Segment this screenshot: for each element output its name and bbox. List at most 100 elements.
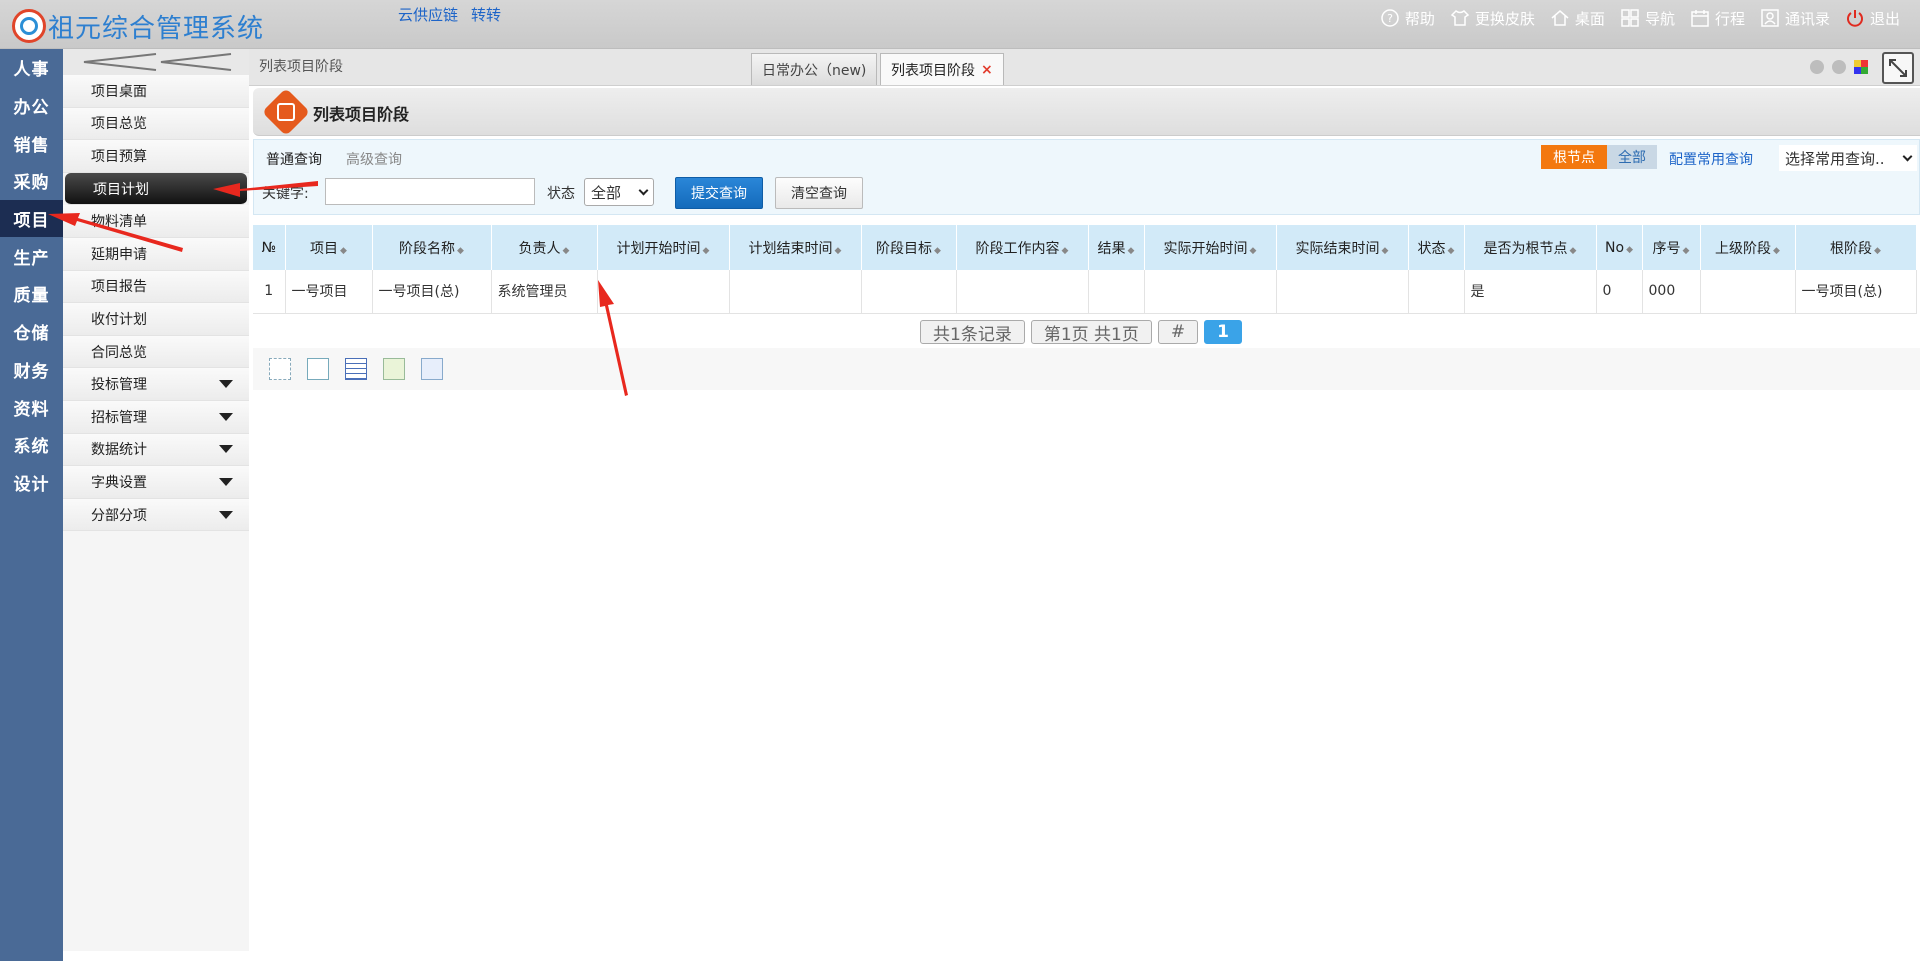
- submenu-item-project-report[interactable]: 项目报告: [63, 270, 249, 304]
- sort-icon: ◆: [1381, 245, 1389, 256]
- column-header[interactable]: 实际开始时间 ◆: [1144, 225, 1277, 270]
- table-cell: [1144, 270, 1277, 314]
- nav-item-warehouse[interactable]: 仓储: [0, 313, 63, 351]
- nav-item-sales[interactable]: 销售: [0, 124, 63, 162]
- column-header[interactable]: 上级阶段 ◆: [1700, 225, 1796, 270]
- table-row[interactable]: 1 一号项目 一号项目(总) 系统管理员 是 0 000 一号项目(总): [253, 270, 1917, 314]
- common-query-select-value: 选择常用查询..: [1785, 149, 1885, 168]
- table-cell: [1276, 270, 1409, 314]
- column-header[interactable]: 是否为根节点 ◆: [1464, 225, 1597, 270]
- tab-normal-query[interactable]: 普通查询: [266, 149, 322, 169]
- tab-list-project-stage[interactable]: 列表项目阶段 ×: [880, 53, 1004, 85]
- tab-label: 日常办公（new): [762, 62, 867, 79]
- edit-pencil-icon[interactable]: [383, 358, 405, 380]
- table-cell: [729, 270, 862, 314]
- pager-jump-button[interactable]: #: [1157, 320, 1199, 344]
- submenu-item-subdivision[interactable]: 分部分项: [63, 498, 249, 532]
- column-header[interactable]: 根阶段 ◆: [1795, 225, 1917, 270]
- desktop-label: 桌面: [1574, 9, 1605, 28]
- common-query-select[interactable]: 选择常用查询..: [1779, 145, 1917, 171]
- close-tab-icon[interactable]: ×: [981, 62, 993, 78]
- tab-daily-office[interactable]: 日常办公（new): [751, 53, 878, 85]
- nav-item-materials[interactable]: 资料: [0, 388, 63, 426]
- tab-menu-icon[interactable]: [1854, 60, 1868, 74]
- nav-item-purchase[interactable]: 采购: [0, 162, 63, 200]
- submenu-item-delay-request[interactable]: 延期申请: [63, 237, 249, 271]
- config-common-query-link[interactable]: 配置常用查询: [1669, 149, 1753, 169]
- column-header[interactable]: 计划结束时间 ◆: [729, 225, 862, 270]
- link-zhuanzhuan[interactable]: 转转: [471, 4, 501, 25]
- nav-item-design[interactable]: 设计: [0, 464, 63, 502]
- nav-item-project[interactable]: 项目: [0, 199, 63, 238]
- select-area-icon[interactable]: [269, 358, 291, 380]
- top-toolbar: ? 帮助 更换皮肤 桌面 导航 行程 通讯录 退出: [1379, 7, 1900, 29]
- sort-icon: ◆: [1127, 245, 1135, 256]
- table-view-icon[interactable]: [345, 358, 367, 380]
- submenu-label: 字典设置: [91, 474, 147, 491]
- column-header[interactable]: 负责人 ◆: [491, 225, 598, 270]
- schedule-button[interactable]: 行程: [1689, 7, 1745, 29]
- column-header[interactable]: 阶段名称 ◆: [372, 225, 492, 270]
- navigation-button[interactable]: 导航: [1619, 7, 1675, 29]
- submit-query-button[interactable]: 提交查询: [675, 177, 763, 209]
- submenu-item-project-plan[interactable]: 项目计划: [65, 172, 247, 206]
- home-icon: [1551, 10, 1569, 26]
- nav-item-production[interactable]: 生产: [0, 237, 63, 275]
- fullscreen-button[interactable]: [1882, 52, 1914, 84]
- clear-query-button[interactable]: 清空查询: [775, 177, 863, 209]
- keyword-input[interactable]: [325, 178, 535, 205]
- submenu-item-dictionary[interactable]: 字典设置: [63, 466, 249, 499]
- change-skin-button[interactable]: 更换皮肤: [1449, 7, 1535, 29]
- column-header[interactable]: 序号 ◆: [1642, 225, 1701, 270]
- submenu-item-project-overview[interactable]: 项目总览: [63, 107, 249, 141]
- status-select[interactable]: 全部: [584, 178, 654, 206]
- column-header[interactable]: 结果 ◆: [1088, 225, 1145, 270]
- nav-item-finance[interactable]: 财务: [0, 351, 63, 389]
- column-header[interactable]: 计划开始时间 ◆: [597, 225, 730, 270]
- sort-icon: ◆: [934, 245, 941, 256]
- column-header[interactable]: 阶段目标 ◆: [861, 225, 957, 270]
- desktop-button[interactable]: 桌面: [1549, 7, 1605, 29]
- nav-item-hr[interactable]: 人事: [0, 49, 63, 87]
- submenu-item-bid-management[interactable]: 投标管理: [63, 368, 249, 401]
- double-chevron-left-icon: [83, 53, 232, 71]
- column-header-label: 结果: [1097, 240, 1126, 257]
- app-logo-icon: [12, 9, 46, 43]
- nav-item-system[interactable]: 系统: [0, 426, 63, 464]
- column-header[interactable]: 项目 ◆: [285, 225, 373, 270]
- pager-current-page[interactable]: 1: [1204, 320, 1242, 344]
- new-document-icon[interactable]: [307, 358, 329, 380]
- svg-text:?: ?: [1387, 12, 1393, 25]
- submenu-item-tender-management[interactable]: 招标管理: [63, 400, 249, 434]
- contacts-button[interactable]: 通讯录: [1759, 7, 1830, 29]
- collapse-menu-button[interactable]: [63, 49, 249, 75]
- tab-prev-icon[interactable]: [1810, 60, 1824, 74]
- help-button[interactable]: ? 帮助: [1379, 7, 1435, 29]
- nav-item-quality[interactable]: 质量: [0, 275, 63, 313]
- submenu-item-bom[interactable]: 物料清单: [63, 205, 249, 238]
- plugin-icon[interactable]: [421, 358, 443, 380]
- submenu-item-statistics[interactable]: 数据统计: [63, 433, 249, 467]
- tab-next-icon[interactable]: [1832, 60, 1846, 74]
- column-header[interactable]: №: [253, 225, 286, 270]
- submenu-item-contract-overview[interactable]: 合同总览: [63, 335, 249, 369]
- tab-advanced-query[interactable]: 高级查询: [346, 149, 402, 169]
- column-header-label: 实际结束时间: [1295, 240, 1380, 257]
- nav-item-office[interactable]: 办公: [0, 87, 63, 125]
- submenu-item-project-budget[interactable]: 项目预算: [63, 140, 249, 173]
- submenu-item-project-desktop[interactable]: 项目桌面: [63, 75, 249, 108]
- column-header-label: 上级阶段: [1715, 240, 1772, 257]
- root-node-button[interactable]: 根节点: [1541, 145, 1607, 169]
- column-header[interactable]: 状态 ◆: [1408, 225, 1465, 270]
- main-nav: 人事 办公 销售 采购 项目 生产 质量 仓储 财务 资料 系统 设计: [0, 49, 63, 961]
- submenu-label: 数据统计: [91, 442, 147, 459]
- submenu-item-payment-plan[interactable]: 收付计划: [63, 303, 249, 336]
- column-header[interactable]: 阶段工作内容 ◆: [956, 225, 1089, 270]
- link-cloud-supply-chain[interactable]: 云供应链: [398, 4, 458, 25]
- all-button[interactable]: 全部: [1607, 145, 1657, 169]
- sort-icon: ◆: [702, 245, 710, 256]
- column-header[interactable]: No ◆: [1596, 225, 1643, 270]
- logout-button[interactable]: 退出: [1844, 7, 1900, 29]
- column-header[interactable]: 实际结束时间 ◆: [1276, 225, 1409, 270]
- column-header-label: No: [1605, 239, 1625, 256]
